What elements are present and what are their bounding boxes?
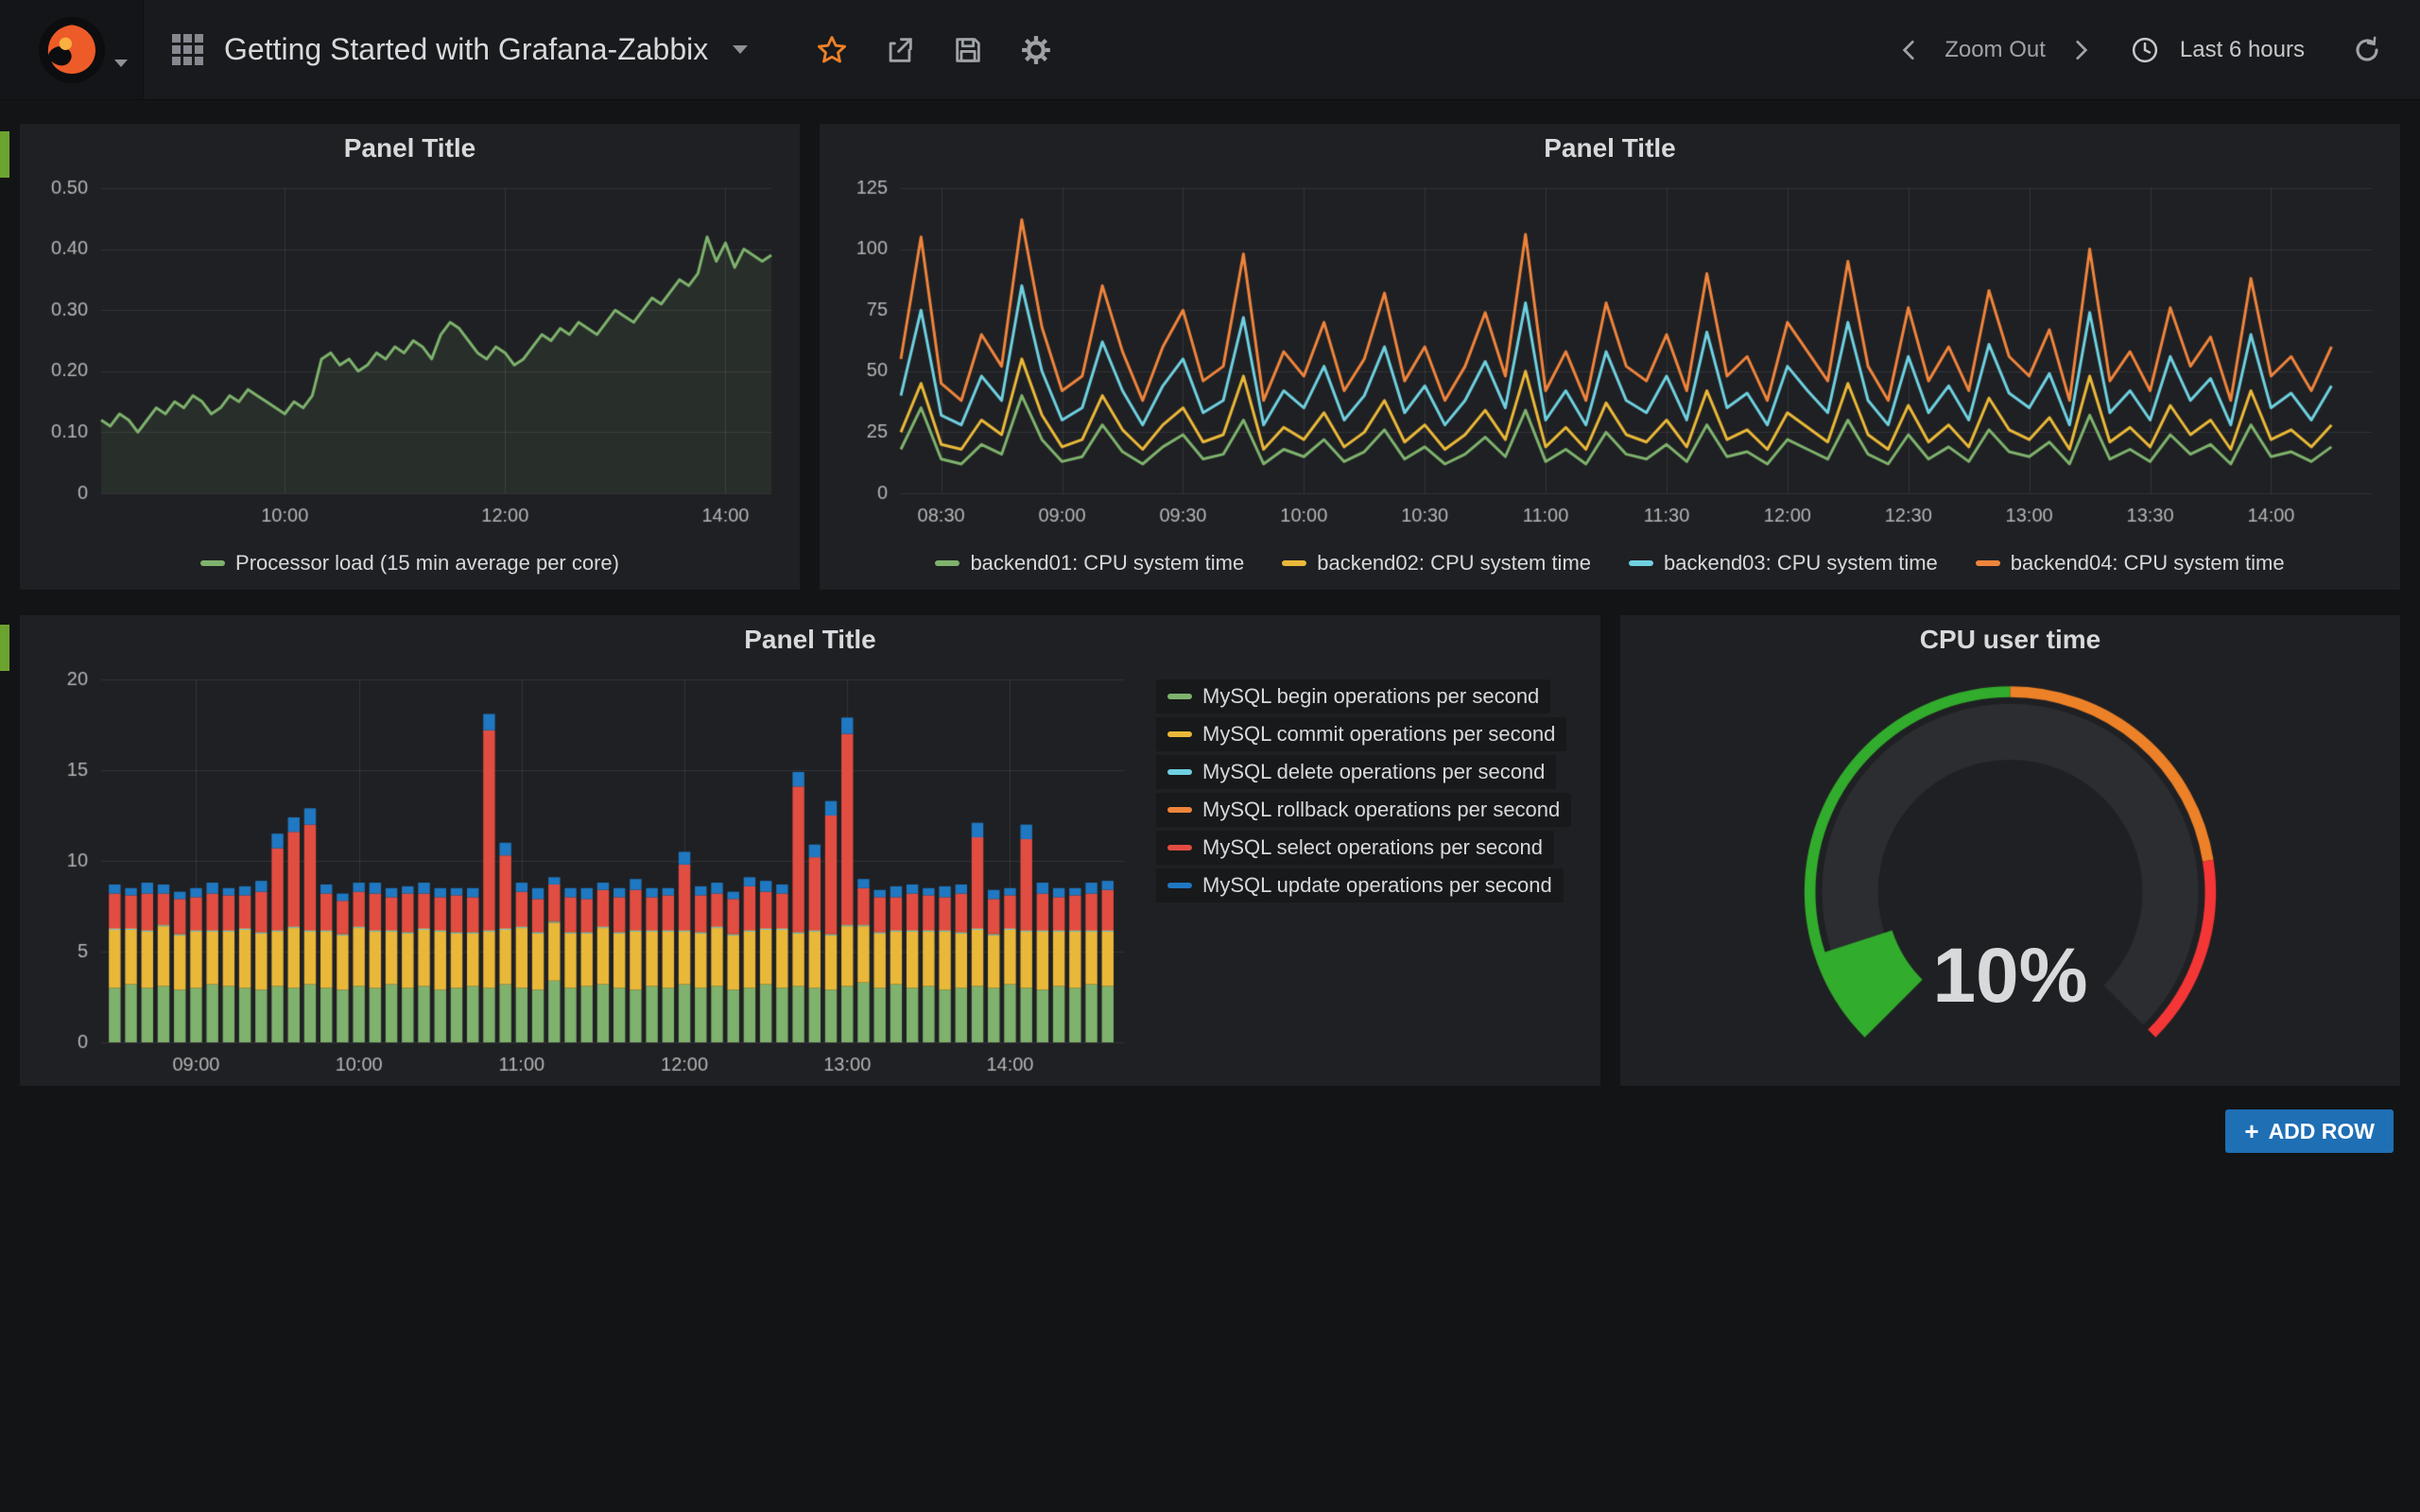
legend-item[interactable]: MySQL delete operations per second [1156, 755, 1556, 789]
plus-icon: + [2244, 1117, 2258, 1146]
cpu-user-time-gauge [1620, 664, 2400, 1086]
legend-label: MySQL begin operations per second [1202, 684, 1539, 709]
time-forward-button[interactable] [2055, 0, 2106, 100]
legend-swatch-icon [935, 560, 959, 566]
save-icon [952, 34, 984, 66]
panel-title[interactable]: Panel Title [20, 124, 800, 173]
legend-swatch-icon [1167, 883, 1192, 888]
legend: MySQL begin operations per second MySQL c… [1147, 664, 1600, 1086]
zoom-out-label: Zoom Out [1935, 37, 2055, 63]
panel-processor-load: Panel Title Processor load (15 min avera… [20, 124, 800, 590]
time-range-picker[interactable]: Last 6 hours [2106, 0, 2339, 100]
legend-label: backend01: CPU system time [970, 551, 1244, 576]
title-dropdown-caret-icon [733, 45, 748, 54]
save-dashboard-button[interactable] [937, 0, 999, 100]
legend-item[interactable]: MySQL select operations per second [1156, 831, 1554, 865]
legend-item[interactable]: Processor load (15 min average per core) [200, 551, 619, 576]
time-controls: Zoom Out Last 6 hours [1884, 0, 2420, 99]
legend-item[interactable]: backend04: CPU system time [1976, 551, 2285, 576]
mysql-operations-chart[interactable] [26, 664, 1147, 1086]
add-row-button[interactable]: + ADD ROW [2225, 1109, 2394, 1153]
legend: Processor load (15 min average per core) [20, 537, 800, 590]
add-row-label: ADD ROW [2269, 1119, 2375, 1144]
legend-item[interactable]: MySQL begin operations per second [1156, 679, 1550, 713]
dashboard-actions [801, 0, 1067, 99]
legend-label: MySQL update operations per second [1202, 873, 1552, 898]
chevron-left-icon [1897, 38, 1922, 62]
legend-swatch-icon [1167, 769, 1192, 775]
gear-icon [1020, 34, 1052, 66]
panel-cpu-user-time: CPU user time 10% [1620, 615, 2400, 1086]
dashboard-title-button[interactable]: Getting Started with Grafana-Zabbix [144, 0, 776, 99]
legend-swatch-icon [1976, 560, 2000, 566]
legend-swatch-icon [1629, 560, 1653, 566]
grafana-logo-button[interactable] [0, 0, 144, 99]
star-dashboard-button[interactable] [801, 0, 863, 100]
row-drag-handle[interactable] [0, 131, 9, 178]
legend-swatch-icon [1167, 694, 1192, 699]
legend: backend01: CPU system time backend02: CPU… [820, 537, 2400, 590]
legend-swatch-icon [1167, 807, 1192, 813]
cpu-system-time-chart[interactable] [825, 173, 2394, 537]
legend-item[interactable]: MySQL rollback operations per second [1156, 793, 1571, 827]
legend-label: backend03: CPU system time [1664, 551, 1938, 576]
navbar: Getting Started with Grafana-Zabbix [0, 0, 2420, 100]
legend-swatch-icon [1167, 731, 1192, 737]
legend-item[interactable]: MySQL update operations per second [1156, 868, 1564, 902]
refresh-button[interactable] [2339, 0, 2395, 100]
legend-item[interactable]: backend03: CPU system time [1629, 551, 1938, 576]
dashboard-grid-icon [172, 34, 203, 65]
legend-label: MySQL commit operations per second [1202, 722, 1555, 747]
panel-mysql-operations: Panel Title MySQL begin operations per s… [20, 615, 1600, 1086]
legend-swatch-icon [200, 560, 225, 566]
time-back-button[interactable] [1884, 0, 1935, 100]
legend-label: MySQL rollback operations per second [1202, 798, 1560, 822]
legend-item[interactable]: MySQL commit operations per second [1156, 717, 1566, 751]
panel-title[interactable]: CPU user time [1620, 615, 2400, 664]
clock-icon [2131, 36, 2159, 64]
logo-dropdown-caret-icon [114, 60, 128, 67]
panel-title[interactable]: Panel Title [20, 615, 1600, 664]
grafana-logo-icon [34, 12, 110, 88]
share-dashboard-button[interactable] [869, 0, 931, 100]
star-icon [816, 34, 848, 66]
legend-item[interactable]: backend02: CPU system time [1282, 551, 1591, 576]
panel-title[interactable]: Panel Title [820, 124, 2400, 173]
legend-label: backend04: CPU system time [2011, 551, 2285, 576]
legend-label: Processor load (15 min average per core) [235, 551, 619, 576]
gauge-value: 10% [1932, 932, 2087, 1021]
chevron-right-icon [2068, 38, 2093, 62]
dashboard-settings-button[interactable] [1005, 0, 1067, 100]
legend-label: backend02: CPU system time [1317, 551, 1591, 576]
dashboard-title: Getting Started with Grafana-Zabbix [224, 32, 708, 67]
panel-cpu-system-time: Panel Title backend01: CPU system timeba… [820, 124, 2400, 590]
legend-swatch-icon [1167, 845, 1192, 850]
zoom-out-button[interactable]: Zoom Out [1935, 0, 2055, 100]
processor-load-chart[interactable] [26, 173, 794, 537]
legend-label: MySQL delete operations per second [1202, 760, 1545, 784]
legend-label: MySQL select operations per second [1202, 835, 1543, 860]
legend-swatch-icon [1282, 560, 1306, 566]
legend-item[interactable]: backend01: CPU system time [935, 551, 1244, 576]
refresh-icon [2353, 36, 2381, 64]
share-icon [884, 34, 916, 66]
time-range-label: Last 6 hours [2170, 37, 2314, 63]
row-drag-handle[interactable] [0, 625, 9, 671]
